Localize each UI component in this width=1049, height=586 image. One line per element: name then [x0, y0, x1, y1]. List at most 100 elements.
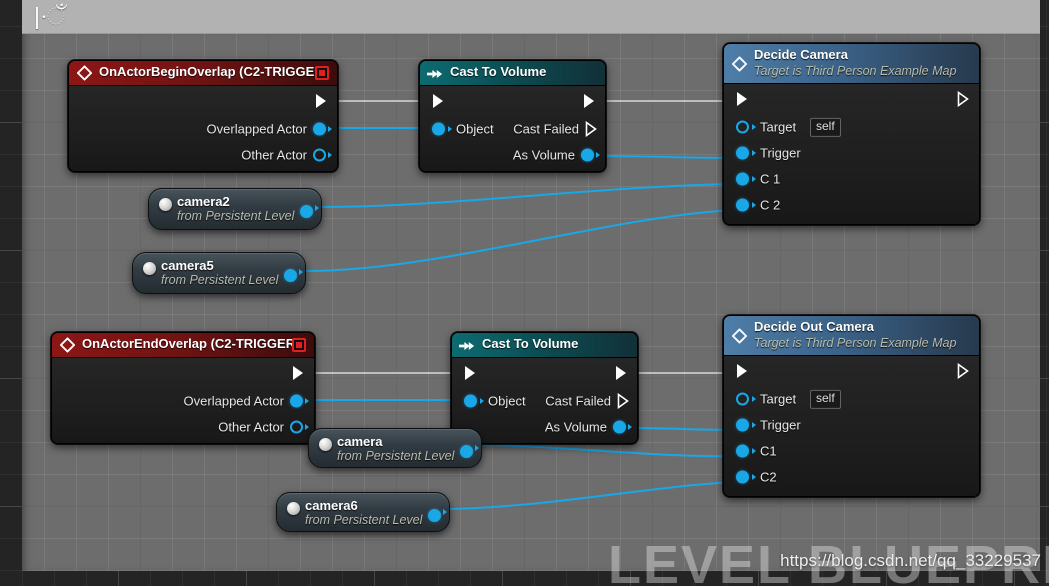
node-header-decide-camera: Decide Camera Target is Third Person Exa…: [724, 44, 979, 85]
other-actor-pin-arrow: [328, 151, 332, 158]
node-header-cast-bottom: Cast To Volume: [452, 333, 637, 358]
object-in-pin[interactable]: [464, 394, 477, 408]
c2-pin-arrow: [752, 202, 756, 209]
exec-out-pin[interactable]: [292, 365, 304, 381]
pin-row-exec-decide-camera[interactable]: [724, 84, 979, 114]
target-value-box[interactable]: self: [810, 118, 841, 137]
exec-out-pin[interactable]: [957, 363, 969, 380]
node-title: Cast To Volume: [450, 64, 547, 79]
exec-in-pin[interactable]: [736, 363, 748, 379]
pin-row-c1[interactable]: C1: [724, 438, 979, 464]
node-title: OnActorBeginOverlap (C2-TRIGGER): [99, 64, 328, 79]
exec-in-pin[interactable]: [736, 91, 748, 107]
variable-name: camera: [337, 434, 383, 449]
c1-in-pin[interactable]: [736, 172, 749, 186]
object-pin-arrow: [480, 397, 484, 404]
pin-row-exec-out[interactable]: [69, 86, 337, 116]
node-header-cast-top: Cast To Volume: [420, 61, 605, 86]
c1-pin-arrow: [752, 176, 756, 183]
pin-row-exec-decide-out-camera[interactable]: [724, 356, 979, 386]
c2-in-pin[interactable]: [736, 198, 749, 212]
pin-row-target[interactable]: Target self: [724, 386, 979, 412]
pin-label-object: Object: [456, 121, 494, 137]
delegate-badge-icon[interactable]: [292, 337, 306, 352]
variable-subtitle: from Persistent Level: [177, 209, 295, 223]
exec-out-pin[interactable]: [957, 91, 969, 108]
node-cast-to-volume-bottom[interactable]: Cast To Volume Object Cast Failed As Vol…: [451, 332, 638, 444]
pin-row-as-volume[interactable]: As Volume: [420, 142, 605, 168]
pin-label-target: Target: [760, 119, 797, 135]
overlapped-actor-out-pin[interactable]: [313, 122, 326, 136]
camera6-out-pin[interactable]: [428, 509, 441, 522]
node-body-cast-bottom: Object Cast Failed As Volume: [452, 357, 637, 443]
pin-label-cast-failed: Cast Failed: [513, 121, 579, 137]
object-in-pin[interactable]: [432, 122, 445, 136]
event-diamond-icon: [76, 65, 93, 81]
pin-row-c2[interactable]: C 2: [724, 192, 979, 218]
pin-row-c1[interactable]: C 1: [724, 166, 979, 192]
pin-row-overlapped-actor[interactable]: Overlapped Actor: [52, 388, 314, 414]
node-variable-camera5[interactable]: camera5 from Persistent Level: [132, 252, 306, 294]
camera-pin-arrow: [475, 445, 479, 451]
pin-label-trigger: Trigger: [760, 417, 801, 433]
exec-in-pin[interactable]: [432, 93, 444, 109]
as-volume-out-pin[interactable]: [581, 148, 594, 162]
exec-out-pin[interactable]: [315, 93, 327, 109]
pin-label-trigger: Trigger: [760, 145, 801, 161]
pin-row-other-actor[interactable]: Other Actor: [69, 142, 337, 168]
node-on-actor-end-overlap[interactable]: OnActorEndOverlap (C2-TRIGGER) Overlappe…: [51, 332, 315, 444]
node-variable-camera6[interactable]: camera6 from Persistent Level: [276, 492, 450, 532]
camera-out-pin[interactable]: [460, 445, 473, 458]
target-pin-arrow: [752, 396, 756, 403]
as-volume-out-pin[interactable]: [613, 420, 626, 434]
node-decide-out-camera[interactable]: Decide Out Camera Target is Third Person…: [723, 315, 980, 498]
camera2-out-pin[interactable]: [300, 205, 313, 218]
pin-row-object[interactable]: Object Cast Failed: [452, 388, 637, 414]
pin-row-object[interactable]: Object Cast Failed: [420, 116, 605, 142]
c2-in-pin[interactable]: [736, 470, 749, 484]
pin-row-exec-out[interactable]: [52, 358, 314, 388]
pin-row-c2[interactable]: C2: [724, 464, 979, 490]
trigger-in-pin[interactable]: [736, 418, 749, 432]
pin-label-c1: C1: [760, 443, 777, 459]
variable-name: camera5: [161, 258, 214, 273]
object-reference-icon: [287, 502, 300, 515]
cast-arrow-icon: [427, 67, 443, 79]
pin-row-other-actor[interactable]: Other Actor: [52, 414, 314, 440]
pin-row-target[interactable]: Target self: [724, 114, 979, 140]
pin-row-trigger[interactable]: Trigger: [724, 412, 979, 438]
camera5-pin-arrow: [299, 269, 303, 275]
node-cast-to-volume-top[interactable]: Cast To Volume Object Cast Failed As Vol…: [419, 60, 606, 172]
camera2-pin-arrow: [315, 205, 319, 211]
variable-subtitle: from Persistent Level: [337, 449, 455, 463]
overlapped-actor-out-pin[interactable]: [290, 394, 303, 408]
overlapped-actor-pin-arrow: [328, 125, 332, 132]
other-actor-out-pin[interactable]: [290, 420, 303, 434]
pin-row-overlapped-actor[interactable]: Overlapped Actor: [69, 116, 337, 142]
node-body-begin-overlap: Overlapped Actor Other Actor: [69, 85, 337, 171]
node-variable-camera[interactable]: camera from Persistent Level: [308, 428, 482, 468]
exec-out-pin[interactable]: [583, 93, 595, 109]
node-on-actor-begin-overlap[interactable]: OnActorBeginOverlap (C2-TRIGGER) Overlap…: [68, 60, 338, 172]
pin-row-trigger[interactable]: Trigger: [724, 140, 979, 166]
camera5-out-pin[interactable]: [284, 269, 297, 282]
exec-in-pin[interactable]: [464, 365, 476, 381]
c1-in-pin[interactable]: [736, 444, 749, 458]
pin-label-as-volume: As Volume: [512, 147, 575, 163]
trigger-in-pin[interactable]: [736, 146, 749, 160]
node-decide-camera[interactable]: Decide Camera Target is Third Person Exa…: [723, 43, 980, 226]
exec-out-pin[interactable]: [615, 365, 627, 381]
pin-row-exec-cast-top[interactable]: [420, 86, 605, 116]
other-actor-out-pin[interactable]: [313, 148, 326, 162]
url-watermark: https://blog.csdn.net/qq_33229537: [780, 551, 1041, 570]
cast-failed-exec-pin[interactable]: [585, 120, 597, 137]
target-in-pin[interactable]: [736, 120, 749, 134]
trigger-pin-arrow: [752, 422, 756, 429]
editor-toolbar[interactable]: |·ઁ: [22, 0, 1040, 34]
target-in-pin[interactable]: [736, 392, 749, 406]
node-variable-camera2[interactable]: camera2 from Persistent Level: [148, 188, 322, 230]
delegate-badge-icon[interactable]: [315, 65, 329, 80]
pin-row-exec-cast-bottom[interactable]: [452, 358, 637, 388]
cast-failed-exec-pin[interactable]: [617, 392, 629, 409]
target-value-box[interactable]: self: [810, 390, 841, 409]
